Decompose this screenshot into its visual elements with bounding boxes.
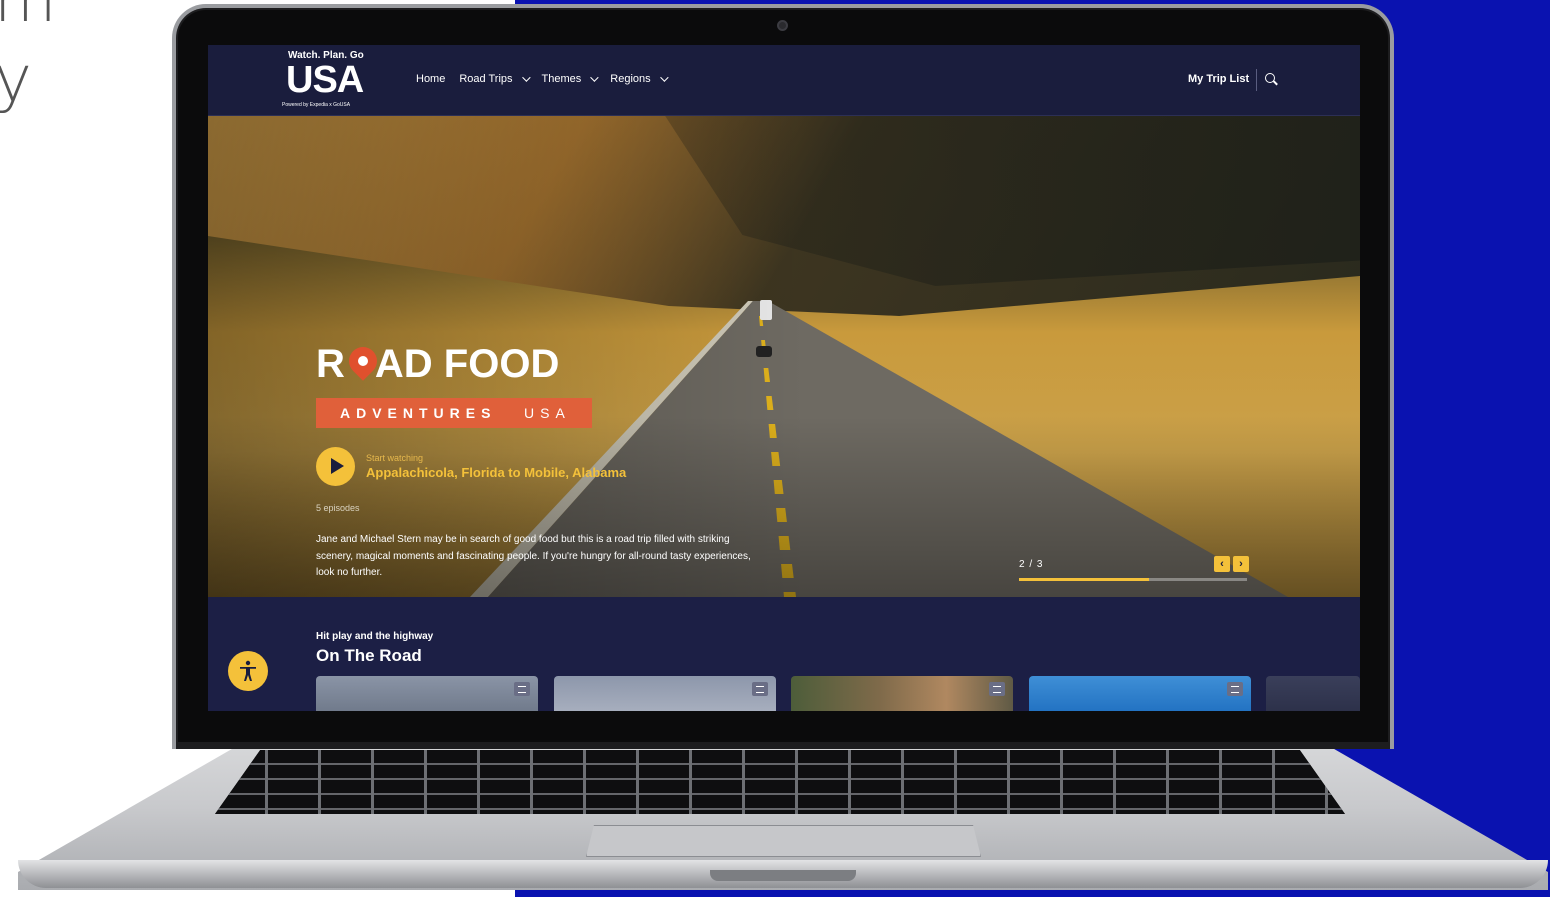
header-divider — [1256, 69, 1257, 91]
nav-item-label: Road Trips — [459, 73, 513, 85]
subtitle-usa: USA — [524, 405, 571, 421]
playlist-icon[interactable] — [1227, 682, 1243, 696]
accessibility-button[interactable] — [228, 651, 268, 691]
nav-item-themes[interactable]: Themes — [541, 73, 599, 85]
laptop-trackpad — [586, 825, 981, 857]
next-slide-button[interactable]: › — [1233, 556, 1249, 572]
subtitle-adventures: ADVENTURES — [340, 405, 497, 421]
section-kicker: Hit play and the highway — [316, 631, 434, 642]
logo-wordmark[interactable]: USA — [286, 59, 364, 102]
nav-item-regions[interactable]: Regions — [610, 73, 669, 85]
video-card[interactable] — [554, 676, 776, 711]
backdrop-partial-text: m y — [0, 0, 56, 120]
video-card[interactable] — [316, 676, 538, 711]
start-watching-label: Start watching — [366, 453, 424, 463]
on-the-road-section: Hit play and the highway On The Road — [208, 597, 1360, 711]
laptop-keyboard-rows — [215, 750, 1345, 814]
backdrop-text-line: y — [0, 43, 32, 117]
nav-item-label: Themes — [541, 73, 582, 85]
section-title: On The Road — [316, 646, 422, 665]
video-card[interactable] — [1029, 676, 1251, 711]
logo-powered-by: Powered by Expedia x GoUSA — [282, 102, 351, 108]
backdrop-text-line: m — [0, 0, 57, 37]
play-button[interactable] — [316, 447, 355, 486]
hero-banner: R AD FOOD ADVENTURES USA Start watching A… — [208, 116, 1360, 597]
laptop-notch — [710, 870, 856, 881]
search-icon[interactable] — [1265, 73, 1275, 83]
chevron-down-icon — [590, 73, 599, 82]
prev-slide-button[interactable]: ‹ — [1214, 556, 1230, 572]
show-title-rest: AD FOOD — [374, 342, 560, 386]
camera-icon — [777, 20, 788, 31]
my-trip-list-link[interactable]: My Trip List — [1188, 73, 1249, 85]
chevron-down-icon — [659, 73, 669, 82]
main-nav: Home Road Trips Themes Regions — [416, 73, 669, 85]
nav-item-label: Home — [416, 73, 446, 85]
accessibility-icon — [240, 660, 256, 681]
episode-count: 5 episodes — [316, 503, 360, 513]
nav-item-label: Regions — [610, 73, 651, 85]
nav-item-road-trips[interactable]: Road Trips — [459, 73, 531, 85]
playlist-icon[interactable] — [989, 682, 1005, 696]
nav-item-home[interactable]: Home — [416, 73, 445, 85]
slide-pager: 2 / 3 — [1019, 559, 1044, 570]
episode-title-link[interactable]: Appalachicola, Florida to Mobile, Alabam… — [366, 465, 626, 480]
site-header: Watch. Plan. Go USA Powered by Expedia x… — [208, 45, 1360, 116]
slide-progress-fill — [1019, 578, 1149, 581]
chevron-down-icon — [521, 73, 531, 82]
playlist-icon[interactable] — [752, 682, 768, 696]
video-card[interactable] — [1266, 676, 1360, 711]
video-card[interactable] — [791, 676, 1013, 711]
show-description: Jane and Michael Stern may be in search … — [316, 534, 751, 578]
show-title-first-letter: R — [316, 342, 345, 386]
laptop-screen: Watch. Plan. Go USA Powered by Expedia x… — [208, 45, 1360, 711]
playlist-icon[interactable] — [514, 682, 530, 696]
slide-progress-track — [1019, 578, 1247, 581]
